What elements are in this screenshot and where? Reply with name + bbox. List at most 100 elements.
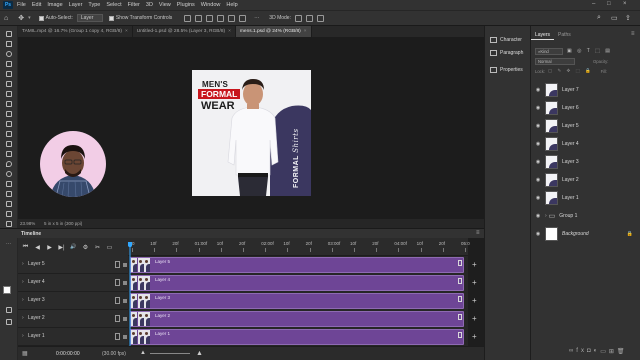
3d-orbit-icon[interactable] (294, 14, 302, 22)
timeline-zoom-slider[interactable] (150, 353, 190, 354)
align-bottom-icon[interactable] (239, 14, 247, 22)
menu-select[interactable]: Select (106, 2, 121, 8)
maximize-button[interactable]: □ (607, 1, 611, 7)
layer-row[interactable]: ◉ Layer 6 (531, 99, 640, 117)
align-right-icon[interactable] (206, 14, 214, 22)
layer-row[interactable]: ◉ Layer 1 (531, 189, 640, 207)
add-media-icon[interactable] (123, 335, 127, 339)
add-media-icon[interactable] (123, 281, 127, 285)
video-clip[interactable]: Layer 2 (130, 311, 464, 327)
chevron-down-icon[interactable]: ▾ (28, 15, 31, 21)
add-media-icon[interactable] (123, 317, 127, 321)
panel-menu-icon[interactable]: ≡ (631, 31, 635, 37)
timeline-ruler[interactable]: 0 10f 20f 01:00f 10f 20f 02:00f 10f 20f 03:00f 10f… (128, 238, 470, 256)
layer-row[interactable]: ◉ Layer 7 (531, 81, 640, 99)
chevron-right-icon[interactable]: › (22, 333, 24, 339)
menu-image[interactable]: Image (47, 2, 62, 8)
quick-select-tool-icon[interactable] (4, 60, 14, 69)
menu-view[interactable]: View (159, 2, 171, 8)
chevron-right-icon[interactable]: › (545, 213, 547, 219)
link-layers-icon[interactable]: ∞ (569, 348, 576, 355)
menu-file[interactable]: File (17, 2, 26, 8)
pen-tool-icon[interactable] (4, 180, 14, 189)
zoom-level[interactable]: 23.98% (20, 221, 44, 226)
search-icon[interactable]: ⌕ (597, 14, 601, 22)
video-clip[interactable]: Layer 3 (130, 293, 464, 309)
split-icon[interactable]: ✂ (93, 243, 102, 252)
video-clip[interactable]: Layer 5 (130, 257, 464, 273)
type-tool-icon[interactable] (4, 190, 14, 199)
minimize-button[interactable]: – (592, 1, 595, 7)
zoom-mountain-large-icon[interactable]: ▲ (196, 350, 203, 357)
menu-3d[interactable]: 3D (146, 2, 153, 8)
previous-frame-icon[interactable]: ◀ (33, 243, 42, 252)
transition-icon[interactable]: ▭ (105, 243, 114, 252)
add-media-plus-icon[interactable]: + (472, 278, 477, 287)
more-options[interactable]: ··· (254, 15, 259, 21)
tab-layers[interactable]: Layers (531, 30, 555, 40)
convert-frames-icon[interactable]: ▦ (22, 350, 28, 357)
visibility-icon[interactable]: ◉ (533, 105, 543, 111)
gradient-tool-icon[interactable] (4, 150, 14, 159)
blend-mode-dropdown[interactable]: Normal (535, 58, 575, 65)
video-clip[interactable]: Layer 1 (130, 329, 464, 345)
brush-tool-icon[interactable] (4, 110, 14, 119)
visibility-icon[interactable]: ◉ (533, 141, 543, 147)
add-media-icon[interactable] (123, 299, 127, 303)
character-panel-button[interactable]: Character (490, 37, 522, 43)
tab-paths[interactable]: Paths (554, 30, 575, 40)
visibility-icon[interactable]: ◉ (533, 87, 543, 93)
panel-menu-icon[interactable]: ≡ (476, 230, 480, 236)
doc-tab-mens[interactable]: mens.1.psd @ 24% (RGB/8) × (235, 26, 312, 37)
video-clip[interactable]: Layer 4 (130, 275, 464, 291)
auto-select-dropdown[interactable]: Layer (76, 14, 103, 22)
blur-tool-icon[interactable] (4, 160, 14, 169)
artboard[interactable]: MEN'S FORMAL WEAR FORMAL Shirts (192, 70, 311, 196)
share-icon[interactable]: ⇪ (625, 14, 631, 22)
film-icon[interactable] (115, 261, 120, 268)
clip-end-icon[interactable] (458, 314, 462, 320)
clip-end-icon[interactable] (458, 332, 462, 338)
menu-edit[interactable]: Edit (32, 2, 41, 8)
transform-controls-checkbox[interactable] (108, 15, 114, 21)
chevron-right-icon[interactable]: › (22, 297, 24, 303)
rectangle-tool-icon[interactable] (4, 210, 14, 219)
clip-end-icon[interactable] (458, 278, 462, 284)
paragraph-panel-button[interactable]: Paragraph (490, 50, 523, 56)
layer-row[interactable]: ◉ Layer 4 (531, 135, 640, 153)
clip-end-icon[interactable] (458, 260, 462, 266)
chevron-right-icon[interactable]: › (22, 279, 24, 285)
quick-mask-icon[interactable] (4, 306, 14, 315)
3d-pan-icon[interactable] (316, 14, 324, 22)
properties-panel-button[interactable]: Properties (490, 67, 523, 73)
align-left-icon[interactable] (184, 14, 192, 22)
close-icon[interactable]: × (228, 29, 231, 34)
home-icon[interactable]: ⌂ (4, 15, 8, 22)
playhead[interactable] (128, 242, 132, 346)
3d-roll-icon[interactable] (305, 14, 313, 22)
layer-row[interactable]: ◉ Layer 5 (531, 117, 640, 135)
zoom-mountain-small-icon[interactable]: ▲ (140, 350, 146, 356)
move-tool-icon[interactable] (4, 30, 14, 39)
foreground-color-swatch[interactable] (3, 286, 11, 294)
marquee-tool-icon[interactable] (4, 40, 14, 49)
layer-row[interactable]: ◉ Layer 3 (531, 153, 640, 171)
path-select-tool-icon[interactable] (4, 200, 14, 209)
audio-icon[interactable]: 🔊 (69, 243, 78, 252)
move-tool-icon[interactable]: ✥ (18, 14, 24, 22)
visibility-icon[interactable]: ◉ (533, 123, 543, 129)
menu-plugins[interactable]: Plugins (177, 2, 195, 8)
close-icon[interactable]: × (125, 29, 128, 34)
add-media-plus-icon[interactable]: + (472, 332, 477, 341)
new-group-icon[interactable]: ▭ (600, 348, 609, 355)
film-icon[interactable] (115, 279, 120, 286)
history-brush-tool-icon[interactable] (4, 130, 14, 139)
filter-type-icons[interactable]: ▣ ◎ T ⬚ ▤ (567, 48, 612, 54)
chevron-right-icon[interactable]: › (22, 315, 24, 321)
doc-tab-tamil[interactable]: TAMIL.mp4 @ 16.7% (Group 1 copy 4, RGB/8… (18, 26, 133, 37)
eyedropper-tool-icon[interactable] (4, 90, 14, 99)
screen-mode-icon[interactable] (4, 318, 14, 327)
align-center-icon[interactable] (195, 14, 203, 22)
workspace-icon[interactable]: ▭ (611, 14, 618, 22)
menu-filter[interactable]: Filter (128, 2, 140, 8)
